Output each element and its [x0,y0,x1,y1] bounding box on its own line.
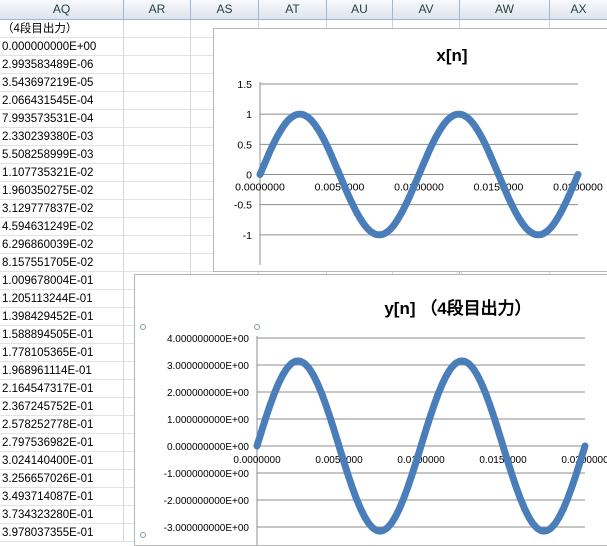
column-header-au[interactable]: AU [327,0,393,19]
chart-x-n[interactable]: x[n] 1.5 1 0.5 0 -0.5 -1 0.0000000 0.0050000 0.01… [213,28,607,272]
cell-aq-value[interactable]: 1.588894505E-01 [2,326,93,344]
cell-aq-value[interactable]: 3.734323280E-01 [2,506,93,524]
cell-aq-value[interactable]: 8.157551705E-02 [2,254,93,272]
cell-aq-value[interactable]: 1.205113244E-01 [2,290,93,308]
selection-handle [140,324,146,330]
cell-aq-value[interactable]: 2.164547317E-01 [2,380,93,398]
x-tick-label: 0.0000000 [235,182,285,194]
cell-aq-value[interactable]: 0.000000000E+00 [2,38,96,56]
cell-aq-value[interactable]: 6.296860039E-02 [2,236,93,254]
cell-aq-value[interactable]: 3.978037355E-01 [2,524,93,542]
column-header-aw[interactable]: AW [460,0,550,19]
column-header-av[interactable]: AV [393,0,460,19]
column-header-aq[interactable]: AQ [0,0,124,19]
cell-aq-value[interactable]: 3.256657026E-01 [2,470,93,488]
cell-aq-header-label[interactable]: （4段目出力） [2,20,77,38]
x-tick-label: 0.0000000 [233,455,281,466]
y-tick-label: 0.000000000E+00 [167,442,249,453]
chart-resize-handle[interactable]: ∙∙∙ [456,269,463,277]
cell-aq-value[interactable]: 2.330239380E-03 [2,128,93,146]
cell-aq-value[interactable]: 4.594631249E-02 [2,218,93,236]
column-header-ar[interactable]: AR [124,0,191,19]
y-tick-label: 2.000000000E+00 [167,388,249,399]
cell-aq-value[interactable]: 3.543697219E-05 [2,74,93,92]
cell-aq-value[interactable]: 3.024140400E-01 [2,452,93,470]
cell-aq-value[interactable]: 2.367245752E-01 [2,398,93,416]
column-header-as[interactable]: AS [191,0,259,19]
chart-title: x[n] [436,46,467,65]
cell-aq-value[interactable]: 1.009678004E-01 [2,272,93,290]
cell-aq-value[interactable]: 3.129777837E-02 [2,200,93,218]
column-header-row: AQ AR AS AT AU AV AW AX [0,0,607,20]
y-tick-label: 1 [246,109,252,121]
column-header-ax[interactable]: AX [550,0,607,19]
selection-handle [140,532,146,538]
cell-aq-value[interactable]: 5.508258999E-03 [2,146,93,164]
cell-aq-value[interactable]: 2.066431545E-04 [2,92,93,110]
y-tick-label: -1.000000000E+00 [164,469,250,480]
cell-aq-value[interactable]: 1.398429452E-01 [2,308,93,326]
chart-y-n[interactable]: y[n] （4段目出力） 4.000000000E+00 3.000000000E+… [134,274,607,546]
y-tick-label: -0.5 [234,200,252,212]
y-tick-label: -1 [243,230,252,242]
y-tick-label: 1.000000000E+00 [167,415,249,426]
cell-aq-value[interactable]: 2.993583489E-06 [2,56,93,74]
selection-handle [254,324,260,330]
y-tick-label: 0.5 [237,139,252,151]
y-tick-label: 3.000000000E+00 [167,361,249,372]
cell-aq-value[interactable]: 1.960350275E-02 [2,182,93,200]
cell-aq-value[interactable]: 1.778105365E-01 [2,344,93,362]
column-header-at[interactable]: AT [259,0,327,19]
y-tick-label: -2.000000000E+00 [164,496,250,507]
y-tick-label: -3.000000000E+00 [164,523,250,534]
chart-x-n-svg: x[n]1.510.50-0.5-10.0000000 0.0050000 0.01… [234,46,603,265]
y-tick-label: 1.5 [237,79,252,91]
cell-aq-value[interactable]: 1.968961114E-01 [2,362,92,380]
chart-title: y[n] （4段目出力） [384,298,531,318]
y-tick-label: 4.000000000E+00 [167,334,249,345]
cell-aq-value[interactable]: 3.493714087E-01 [2,488,93,506]
cell-aq-value[interactable]: 1.107735321E-02 [2,164,93,182]
cell-aq-value[interactable]: 2.578252778E-01 [2,416,93,434]
y-tick-label: 0 [246,170,252,182]
cell-aq-value[interactable]: 2.797536982E-01 [2,434,93,452]
cell-aq-value[interactable]: 7.993573531E-04 [2,110,93,128]
chart-y-n-svg: y[n] （4段目出力） 4.000000000E+00 3.000000000E+… [140,298,607,545]
